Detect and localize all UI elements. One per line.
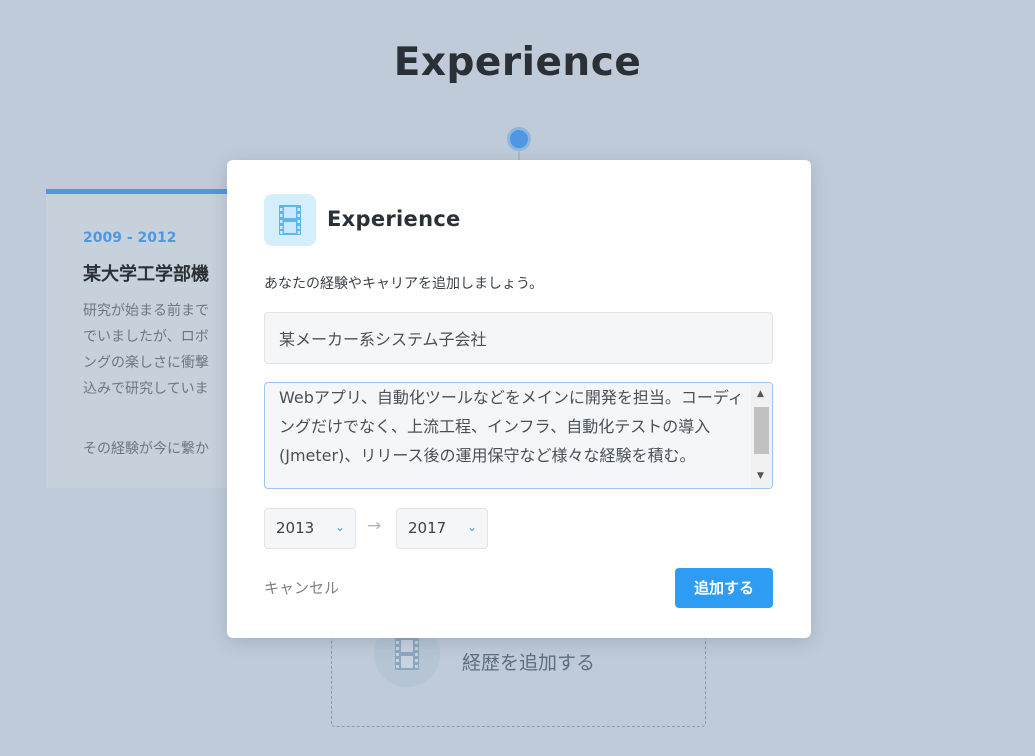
company-input[interactable]: [264, 312, 773, 364]
end-year-select[interactable]: 2017 ⌄: [396, 508, 488, 549]
card-footer: その経験が今に繋か: [83, 441, 209, 457]
card-body-line: でいましたが、ロボ: [83, 329, 209, 345]
card-body-line: 研究が始まる前まで: [83, 303, 209, 319]
timeline-dot: [507, 127, 531, 151]
card-body: 研究が始まる前まで でいましたが、ロボ ングの楽しさに衝撃 込みで研究していま: [83, 298, 209, 402]
modal-title: Experience: [327, 207, 461, 231]
card-body-line: 込みで研究していま: [83, 381, 209, 397]
card-body-line: ングの楽しさに衝撃: [83, 355, 209, 371]
description-text[interactable]: Webアプリ、自動化ツールなどをメインに開発を担当。コーディングだけでなく、上流…: [279, 383, 749, 470]
card-heading: 某大学工学部機: [83, 264, 209, 285]
end-year-value: 2017: [408, 519, 447, 537]
experience-card[interactable]: 2009 - 2012 某大学工学部機 研究が始まる前まで でいましたが、ロボ …: [46, 189, 246, 488]
scroll-down-icon[interactable]: ▼: [757, 471, 764, 481]
arrow-right-icon: →: [367, 516, 382, 536]
chevron-down-icon: ⌄: [466, 520, 477, 534]
description-textarea[interactable]: Webアプリ、自動化ツールなどをメインに開発を担当。コーディングだけでなく、上流…: [264, 382, 773, 489]
experience-modal: Experience あなたの経験やキャリアを追加しましょう。 Webアプリ、自…: [227, 160, 811, 638]
start-year-value: 2013: [276, 519, 315, 537]
submit-button[interactable]: 追加する: [675, 568, 773, 608]
scrollbar[interactable]: ▲ ▼: [751, 383, 772, 488]
scroll-up-icon[interactable]: ▲: [757, 389, 764, 399]
scrollbar-thumb[interactable]: [754, 407, 769, 454]
start-year-select[interactable]: 2013 ⌄: [264, 508, 356, 549]
chevron-down-icon: ⌄: [334, 520, 345, 534]
film-icon: [264, 194, 316, 246]
card-period: 2009 - 2012: [83, 230, 177, 246]
page-title: Experience: [393, 40, 642, 85]
add-experience-label: 経歴を追加する: [462, 652, 596, 674]
modal-description: あなたの経験やキャリアを追加しましょう。: [264, 276, 544, 292]
cancel-button[interactable]: キャンセル: [264, 577, 339, 598]
